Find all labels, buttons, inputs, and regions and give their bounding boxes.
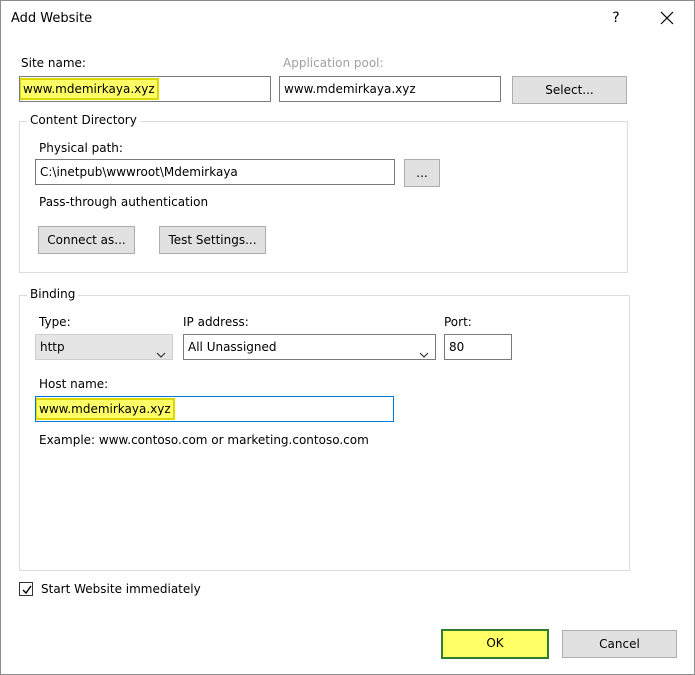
site-name-input[interactable]: www.mdemirkaya.xyz	[19, 76, 271, 102]
type-value: http	[40, 340, 65, 354]
title-bar: Add Website ?	[1, 1, 694, 35]
ip-address-select[interactable]: All Unassigned	[183, 334, 436, 360]
checkmark-icon	[22, 585, 32, 595]
cancel-button[interactable]: Cancel	[562, 630, 677, 658]
site-name-value: www.mdemirkaya.xyz	[20, 78, 159, 100]
host-name-value: www.mdemirkaya.xyz	[36, 398, 175, 420]
port-label: Port:	[444, 315, 472, 329]
test-settings-button[interactable]: Test Settings...	[159, 226, 266, 254]
type-label: Type:	[39, 315, 71, 329]
site-name-label: Site name:	[21, 56, 86, 70]
ok-button[interactable]: OK	[441, 629, 549, 659]
app-pool-label: Application pool:	[283, 56, 384, 70]
start-website-label: Start Website immediately	[41, 582, 201, 596]
chevron-down-icon	[156, 343, 166, 367]
physical-path-input[interactable]: C:\inetpub\wwwroot\Mdemirkaya	[35, 159, 395, 185]
ip-address-label: IP address:	[183, 315, 249, 329]
select-button[interactable]: Select...	[512, 76, 627, 104]
help-icon[interactable]: ?	[605, 7, 627, 29]
ip-address-value: All Unassigned	[188, 340, 277, 354]
type-select[interactable]: http	[35, 334, 173, 360]
port-input[interactable]: 80	[444, 334, 512, 360]
host-name-label: Host name:	[39, 377, 109, 391]
host-name-example: Example: www.contoso.com or marketing.co…	[39, 433, 369, 447]
binding-label: Binding	[27, 287, 79, 301]
host-name-input[interactable]: www.mdemirkaya.xyz	[35, 396, 394, 422]
physical-path-label: Physical path:	[39, 141, 123, 155]
close-icon[interactable]	[653, 7, 681, 29]
content-directory-label: Content Directory	[27, 113, 140, 127]
chevron-down-icon	[419, 343, 429, 367]
connect-as-button[interactable]: Connect as...	[38, 226, 135, 254]
add-website-dialog: Add Website ? Site name: Application poo…	[0, 0, 695, 675]
browse-button[interactable]: ...	[404, 159, 440, 187]
start-website-checkbox[interactable]	[19, 582, 33, 596]
passthrough-auth-label: Pass-through authentication	[39, 195, 209, 209]
app-pool-field: www.mdemirkaya.xyz	[279, 76, 501, 102]
dialog-title: Add Website	[11, 11, 93, 26]
